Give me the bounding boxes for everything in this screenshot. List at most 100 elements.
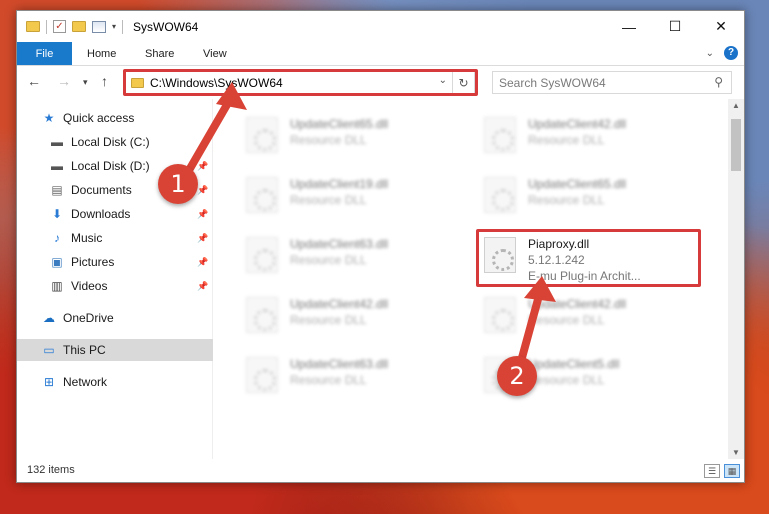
nav-item-network[interactable]: ⊞ Network	[17, 371, 213, 393]
forward-arrow-icon[interactable]: →	[57, 73, 71, 89]
file-item[interactable]: UpdateClient19.dll Resource DLL	[234, 169, 454, 223]
file-description: Resource DLL	[290, 253, 367, 267]
scroll-up-icon[interactable]: ▲	[732, 101, 740, 110]
tab-file[interactable]: File	[17, 42, 72, 65]
file-description: Resource DLL	[290, 193, 367, 207]
customize-toolbar-icon[interactable]: ▾	[112, 22, 116, 31]
documents-icon: ▤	[51, 183, 63, 197]
ribbon-tabs: File Home Share View ⌄ ?	[17, 42, 744, 66]
file-description: Resource DLL	[528, 193, 605, 207]
pin-icon[interactable]: 📌	[197, 209, 208, 220]
file-item[interactable]: UpdateClient65.dll Resource DLL	[472, 169, 692, 223]
nav-item-label: OneDrive	[63, 311, 114, 325]
nav-item-label: Music	[71, 231, 103, 245]
file-description: Resource DLL	[528, 133, 605, 147]
item-count: 132 items	[27, 464, 75, 476]
help-icon[interactable]: ?	[724, 46, 738, 60]
search-icon[interactable]: ⚲	[714, 75, 723, 89]
back-arrow-icon[interactable]: ←	[27, 73, 41, 89]
ribbon-right: ⌄ ?	[706, 46, 738, 60]
address-row: ← → ▾ ↑ C:\Windows\SysWOW64 ⌄ ↻ Search S…	[17, 67, 744, 97]
nav-item-videos[interactable]: ▥ Videos 📌	[17, 275, 213, 297]
nav-item-downloads[interactable]: ⬇ Downloads 📌	[17, 203, 213, 225]
file-name: UpdateClient65.dll	[290, 117, 389, 131]
details-view-icon[interactable]: ☰	[704, 464, 720, 478]
pin-icon[interactable]: 📌	[197, 281, 208, 292]
file-item[interactable]: UpdateClient42.dll Resource DLL	[472, 289, 692, 343]
file-item[interactable]: UpdateClient42.dll Resource DLL	[472, 109, 692, 163]
nav-item-label: Network	[63, 375, 108, 389]
dll-file-icon	[484, 117, 516, 153]
nav-item-label: Documents	[71, 183, 132, 197]
navigation-pane: ★ Quick access ▬ Local Disk (C:) ▬ Local…	[17, 99, 213, 459]
drive-icon: ▬	[51, 135, 63, 149]
file-description: Resource DLL	[528, 373, 605, 387]
scroll-thumb[interactable]	[731, 119, 741, 171]
nav-item-label: Videos	[71, 279, 108, 293]
drive-icon: ▬	[51, 159, 63, 173]
nav-item-pictures[interactable]: ▣ Pictures 📌	[17, 251, 213, 273]
nav-item-label: Local Disk (D:)	[71, 159, 150, 173]
file-name: UpdateClient63.dll	[290, 357, 389, 371]
step-marker-2: 2	[497, 356, 537, 396]
address-highlight-box	[123, 69, 478, 96]
pin-icon[interactable]: 📌	[197, 233, 208, 244]
tab-share[interactable]: Share	[145, 42, 174, 65]
file-item[interactable]: UpdateClient65.dll Resource DLL	[234, 109, 454, 163]
file-highlight-box	[476, 229, 701, 287]
file-name: UpdateClient63.dll	[290, 237, 389, 251]
tab-home[interactable]: Home	[87, 42, 116, 65]
pin-icon[interactable]: 📌	[197, 257, 208, 268]
music-icon: ♪	[54, 231, 60, 245]
pin-icon[interactable]: 📌	[197, 185, 208, 196]
file-item[interactable]: UpdateClient63.dll Resource DLL	[234, 349, 454, 403]
properties-check-icon[interactable]: ✓	[53, 20, 66, 33]
nav-item-this-pc[interactable]: ▭ This PC	[17, 339, 213, 361]
scroll-down-icon[interactable]: ▼	[732, 448, 740, 457]
status-bar: 132 items ☰ ▦	[17, 458, 744, 482]
file-description: Resource DLL	[290, 373, 367, 387]
file-item[interactable]: UpdateClient63.dll Resource DLL	[234, 229, 454, 283]
quick-access-toolbar: ✓ ▾	[17, 19, 124, 34]
nav-item-music[interactable]: ♪ Music 📌	[17, 227, 213, 249]
search-placeholder: Search SysWOW64	[499, 75, 606, 90]
file-item[interactable]: UpdateClient42.dll Resource DLL	[234, 289, 454, 343]
nav-item-label: Quick access	[63, 111, 135, 125]
title-bar: ✓ ▾ SysWOW64 — ☐ ✕	[17, 11, 744, 42]
search-input[interactable]: Search SysWOW64 ⚲	[492, 71, 732, 94]
nav-item-label: Local Disk (C:)	[71, 135, 150, 149]
file-description: Resource DLL	[528, 313, 605, 327]
file-name: UpdateClient65.dll	[528, 177, 627, 191]
recent-locations-icon[interactable]: ▾	[83, 77, 88, 88]
expand-ribbon-icon[interactable]: ⌄	[706, 48, 714, 59]
nav-item-local-disk-c[interactable]: ▬ Local Disk (C:)	[17, 131, 213, 153]
window-title: SysWOW64	[133, 19, 199, 34]
downloads-icon: ⬇	[51, 207, 63, 221]
new-folder-icon[interactable]	[72, 21, 86, 32]
nav-item-label: This PC	[63, 343, 106, 357]
nav-item-onedrive[interactable]: ☁ OneDrive	[17, 307, 213, 329]
pin-icon[interactable]: 📌	[197, 161, 208, 172]
properties-icon[interactable]	[92, 20, 106, 33]
file-name: UpdateClient5.dll	[528, 357, 620, 371]
file-description: Resource DLL	[290, 313, 367, 327]
up-arrow-icon[interactable]: ↑	[101, 73, 108, 89]
file-name: UpdateClient42.dll	[528, 117, 627, 131]
computer-icon: ▭	[43, 343, 55, 357]
file-name: UpdateClient19.dll	[290, 177, 389, 191]
tiles-view-icon[interactable]: ▦	[724, 464, 740, 478]
tab-view[interactable]: View	[203, 42, 227, 65]
window-controls: — ☐ ✕	[606, 11, 744, 42]
close-button[interactable]: ✕	[698, 11, 744, 42]
dll-file-icon	[246, 117, 278, 153]
nav-item-quick-access[interactable]: ★ Quick access	[17, 107, 213, 129]
nav-item-label: Downloads	[71, 207, 131, 221]
minimize-button[interactable]: —	[606, 11, 652, 42]
dll-file-icon	[484, 297, 516, 333]
network-icon: ⊞	[43, 375, 55, 389]
maximize-button[interactable]: ☐	[652, 11, 698, 42]
dll-file-icon	[246, 357, 278, 393]
folder-icon	[26, 21, 40, 32]
vertical-scrollbar[interactable]: ▲ ▼	[728, 99, 744, 459]
toolbar-divider	[122, 19, 124, 34]
